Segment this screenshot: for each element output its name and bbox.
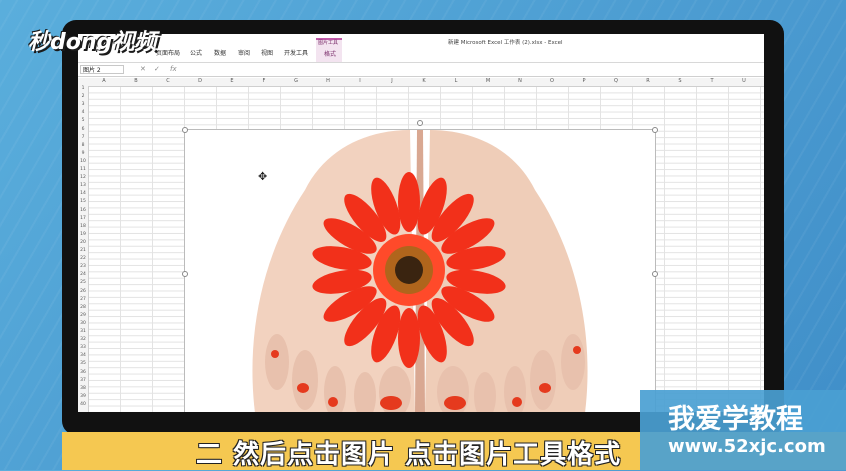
- row-label[interactable]: 5: [78, 118, 88, 123]
- row-header: 1 2 3 4 5 6 7 8 9 10 11 12 13 14 15 16 17 18 19 20 21 22 23 24 2…: [78, 86, 89, 412]
- row-label[interactable]: 21: [78, 248, 88, 253]
- column-label[interactable]: F: [248, 78, 280, 84]
- row-label[interactable]: 14: [78, 191, 88, 196]
- column-label[interactable]: L: [440, 78, 472, 84]
- watermark-url: www.52xjc.com: [668, 436, 826, 457]
- column-label[interactable]: U: [728, 78, 760, 84]
- resize-handle[interactable]: [182, 271, 188, 277]
- feet-with-flower-image: [185, 130, 655, 412]
- picture-tools-label: 图片工具: [318, 40, 339, 46]
- insert-function-icon[interactable]: fx: [170, 65, 177, 73]
- row-label[interactable]: 23: [78, 264, 88, 269]
- column-label[interactable]: G: [280, 78, 312, 84]
- tab-review[interactable]: 审阅: [238, 48, 250, 57]
- tab-developer[interactable]: 开发工具: [284, 48, 308, 57]
- rotate-handle[interactable]: [417, 120, 423, 126]
- column-label[interactable]: C: [152, 78, 184, 84]
- tab-view[interactable]: 视图: [261, 48, 273, 57]
- column-label[interactable]: I: [344, 78, 376, 84]
- row-label[interactable]: 8: [78, 143, 88, 148]
- row-label[interactable]: 6: [78, 127, 88, 132]
- column-label[interactable]: D: [184, 78, 216, 84]
- column-label[interactable]: J: [376, 78, 408, 84]
- row-label[interactable]: 22: [78, 256, 88, 261]
- row-label[interactable]: 10: [78, 159, 88, 164]
- column-label[interactable]: M: [472, 78, 504, 84]
- column-label[interactable]: T: [696, 78, 728, 84]
- row-label[interactable]: 16: [78, 208, 88, 213]
- move-cursor-icon: ✥: [258, 170, 268, 183]
- row-label[interactable]: 11: [78, 167, 88, 172]
- row-label[interactable]: 19: [78, 232, 88, 237]
- tab-data[interactable]: 数据: [214, 48, 226, 57]
- column-label[interactable]: A: [88, 78, 120, 84]
- tab-formulas[interactable]: 公式: [190, 48, 202, 57]
- cancel-icon[interactable]: ✕: [140, 65, 146, 73]
- row-label[interactable]: 25: [78, 280, 88, 285]
- row-label[interactable]: 1: [78, 86, 88, 91]
- row-label[interactable]: 7: [78, 135, 88, 140]
- name-box[interactable]: 图片 2: [80, 65, 124, 74]
- enter-icon[interactable]: ✓: [154, 65, 160, 73]
- row-label[interactable]: 4: [78, 110, 88, 115]
- row-label[interactable]: 31: [78, 329, 88, 334]
- watermark-title: 我爱学教程: [668, 404, 803, 435]
- row-label[interactable]: 9: [78, 151, 88, 156]
- column-label[interactable]: E: [216, 78, 248, 84]
- ribbon: 页面布局 公式 数据 审阅 视图 开发工具 图片工具 格式 新建 Microso…: [78, 34, 764, 63]
- row-label[interactable]: 37: [78, 378, 88, 383]
- column-header: ABCDEFGHIJKLMNOPQRSTU: [78, 78, 764, 87]
- row-label[interactable]: 29: [78, 313, 88, 318]
- row-label[interactable]: 40: [78, 402, 88, 407]
- row-label[interactable]: 15: [78, 199, 88, 204]
- row-label[interactable]: 13: [78, 183, 88, 188]
- column-label[interactable]: P: [568, 78, 600, 84]
- row-label[interactable]: 32: [78, 337, 88, 342]
- row-label[interactable]: 35: [78, 361, 88, 366]
- row-label[interactable]: 28: [78, 305, 88, 310]
- formula-bar: 图片 2 ✕ ✓ fx: [78, 64, 764, 77]
- resize-handle[interactable]: [652, 127, 658, 133]
- row-label[interactable]: 30: [78, 321, 88, 326]
- row-label[interactable]: 33: [78, 345, 88, 350]
- resize-handle[interactable]: [652, 271, 658, 277]
- row-label[interactable]: 17: [78, 216, 88, 221]
- row-label[interactable]: 26: [78, 289, 88, 294]
- row-label[interactable]: 36: [78, 370, 88, 375]
- row-label[interactable]: 12: [78, 175, 88, 180]
- row-label[interactable]: 27: [78, 297, 88, 302]
- row-label[interactable]: 38: [78, 386, 88, 391]
- column-label[interactable]: Q: [600, 78, 632, 84]
- column-label[interactable]: N: [504, 78, 536, 84]
- brand-logo: 秒dong视频: [28, 30, 157, 55]
- subtitle-caption: 二 然后点击图片 点击图片工具格式: [196, 440, 622, 470]
- window-title: 新建 Microsoft Excel 工作表 (2).xlsx - Excel: [448, 40, 563, 46]
- row-label[interactable]: 20: [78, 240, 88, 245]
- column-label[interactable]: R: [632, 78, 664, 84]
- column-label[interactable]: S: [664, 78, 696, 84]
- selected-picture[interactable]: [184, 129, 656, 412]
- excel-window: 页面布局 公式 数据 审阅 视图 开发工具 图片工具 格式 新建 Microso…: [78, 34, 764, 412]
- row-label[interactable]: 24: [78, 272, 88, 277]
- resize-handle[interactable]: [182, 127, 188, 133]
- tab-format[interactable]: 格式: [324, 49, 336, 58]
- tab-page-layout[interactable]: 页面布局: [156, 48, 180, 57]
- row-label[interactable]: 39: [78, 394, 88, 399]
- column-label[interactable]: K: [408, 78, 440, 84]
- column-label[interactable]: B: [120, 78, 152, 84]
- row-label[interactable]: 3: [78, 102, 88, 107]
- row-label[interactable]: 2: [78, 94, 88, 99]
- row-label[interactable]: 18: [78, 224, 88, 229]
- row-label[interactable]: 34: [78, 353, 88, 358]
- column-label[interactable]: O: [536, 78, 568, 84]
- column-label[interactable]: H: [312, 78, 344, 84]
